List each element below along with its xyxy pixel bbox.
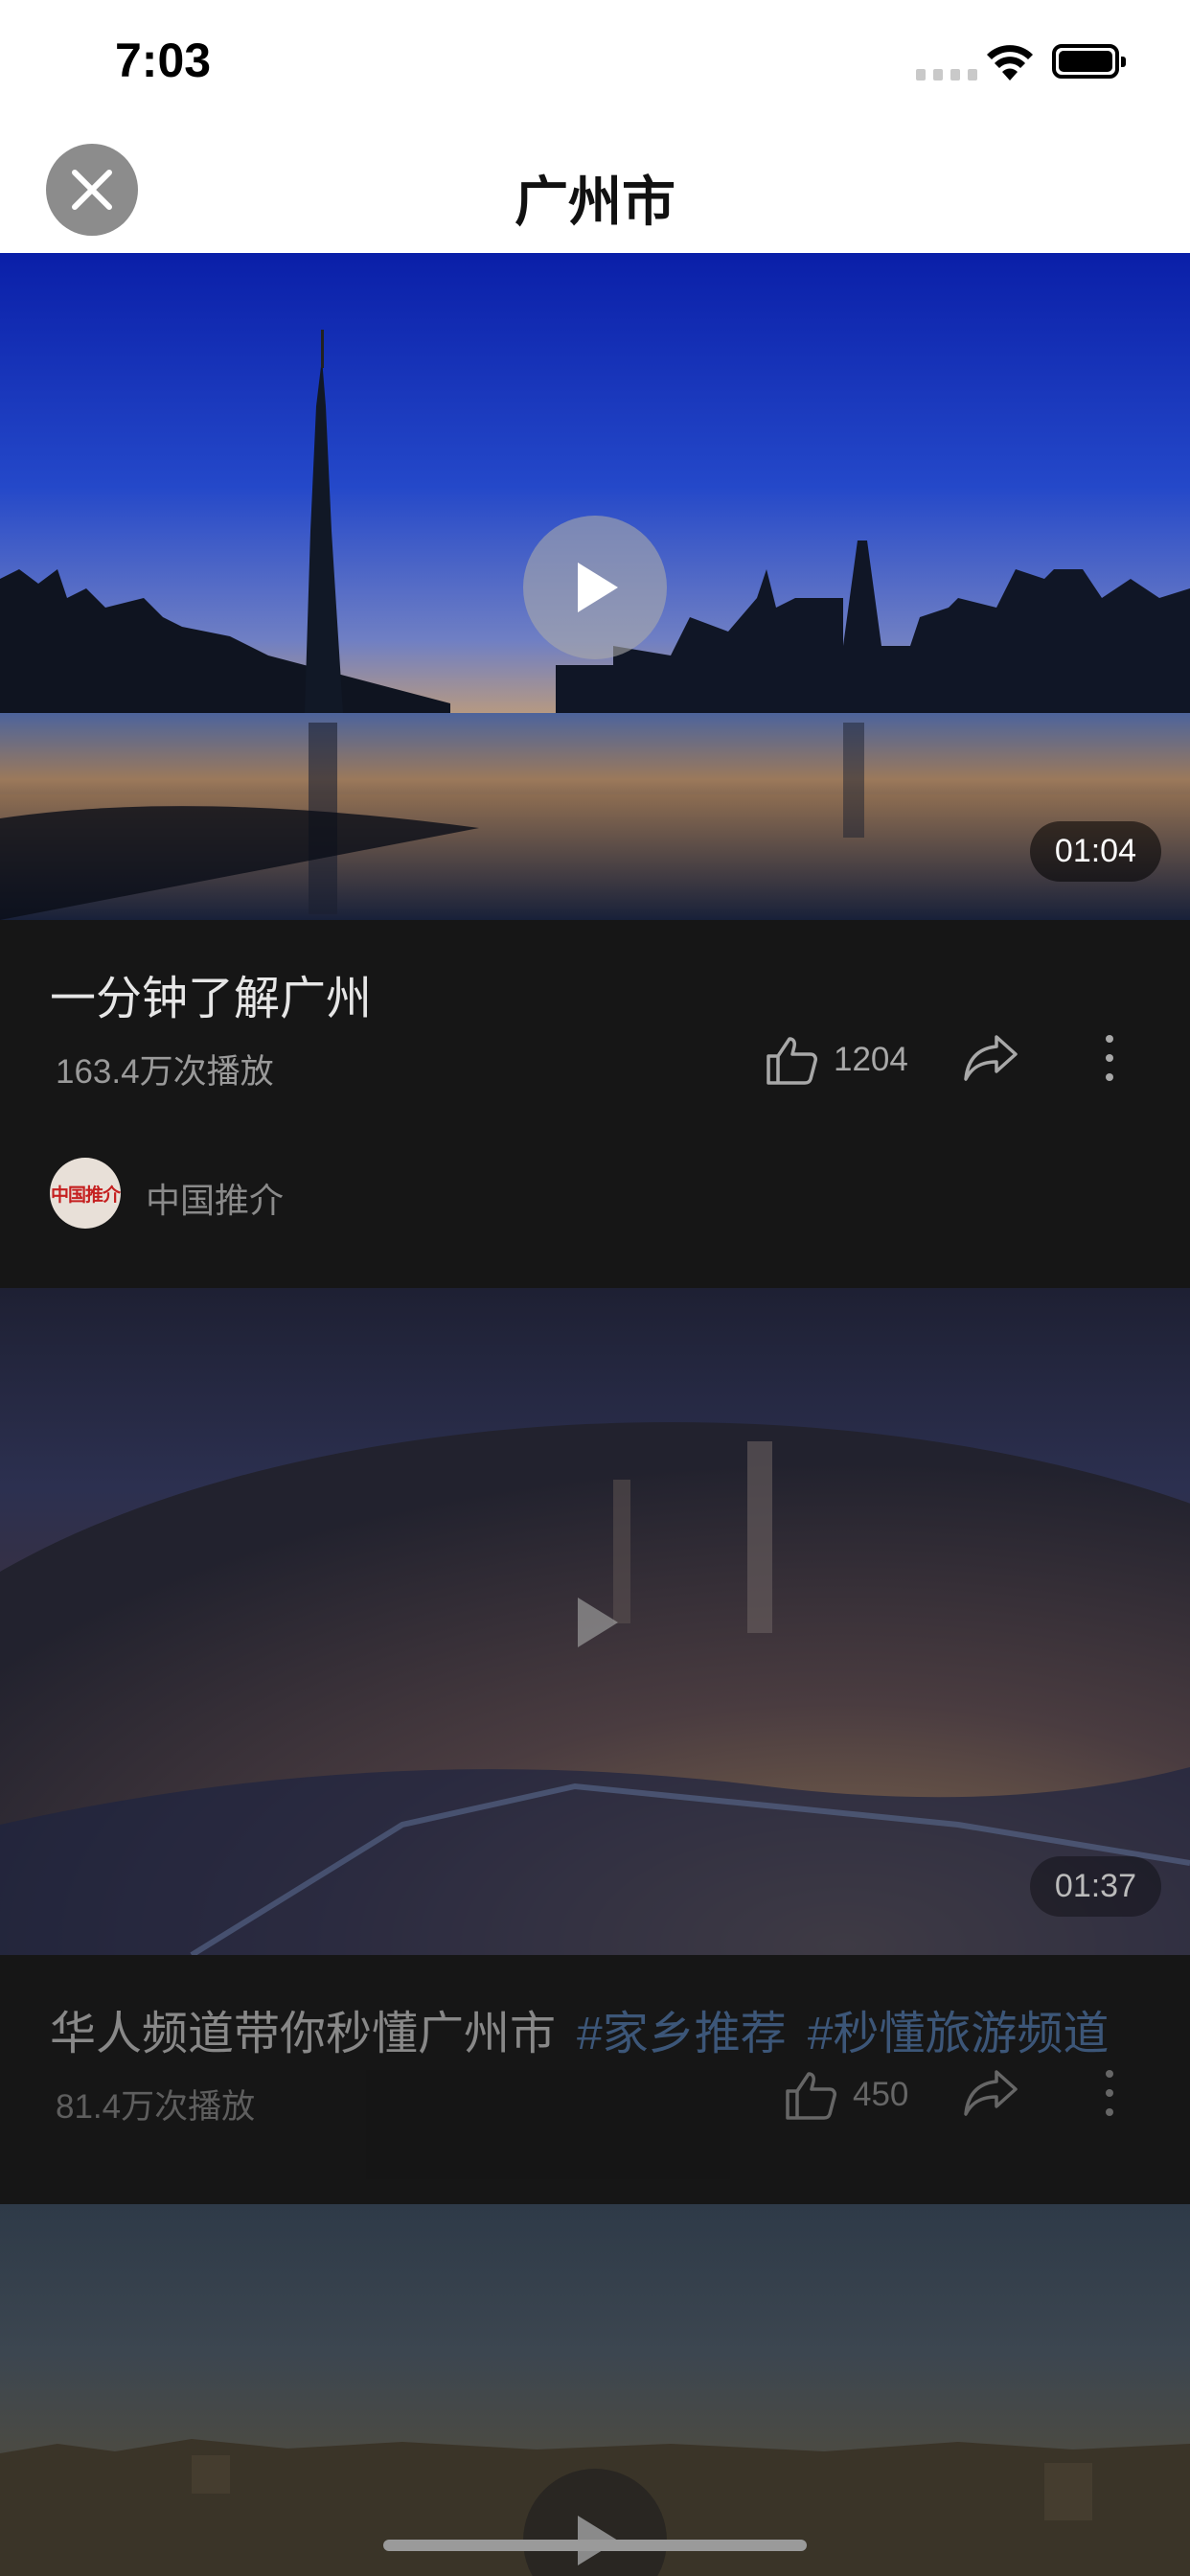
channel-avatar[interactable]: 中国推介 xyxy=(50,1158,121,1229)
video-thumbnail[interactable] xyxy=(0,2204,1190,2576)
video-duration: 01:37 xyxy=(1029,1856,1161,1917)
thumbs-up-icon xyxy=(767,1037,817,1085)
hashtag[interactable]: #家乡推荐 xyxy=(577,2009,787,2059)
play-icon xyxy=(578,563,618,612)
video-thumbnail[interactable]: 01:37 xyxy=(0,1288,1190,1955)
play-button[interactable] xyxy=(523,1551,667,1694)
share-icon[interactable] xyxy=(962,2066,1019,2120)
video-info: 一分钟了解广州 163.4万次播放 1204 xyxy=(0,920,1190,1144)
video-card: 01:04 一分钟了解广州 163.4万次播放 1204 中国推介 中国推介 xyxy=(0,253,1190,1267)
video-duration: 01:04 xyxy=(1029,821,1161,882)
more-options-icon[interactable] xyxy=(1102,1027,1117,1089)
channel-logo: 中国推介 xyxy=(50,1184,121,1206)
page: 7:03 广州市 01:04 一分钟了解广州 163.4万次播放 1204 中国… xyxy=(0,0,1190,2576)
wifi-icon xyxy=(987,45,1033,80)
nav-bar: 广州市 xyxy=(0,125,1190,253)
channel-row[interactable]: 中国推介 中国推介 xyxy=(0,1144,1190,1267)
like-button[interactable]: 450 xyxy=(784,2068,908,2122)
home-indicator[interactable] xyxy=(383,2540,807,2551)
play-icon xyxy=(578,1598,618,1647)
like-count: 450 xyxy=(853,2076,909,2113)
channel-name[interactable]: 中国推介 xyxy=(146,1173,284,1223)
status-time: 7:03 xyxy=(115,34,212,87)
play-button[interactable] xyxy=(523,516,667,659)
video-title-text: 一分钟了解广州 xyxy=(50,974,373,1024)
like-count: 1204 xyxy=(834,1041,908,1078)
more-options-icon[interactable] xyxy=(1102,2062,1117,2124)
view-count: 163.4万次播放 xyxy=(56,1053,274,1091)
cellular-signal-icon xyxy=(916,69,977,80)
video-title[interactable]: 华人频道带你秒懂广州市 #家乡推荐 #秒懂旅游频道 xyxy=(50,1995,1109,2062)
video-card: 01:37 华人频道带你秒懂广州市 #家乡推荐 #秒懂旅游频道 81.4万次播放 4… xyxy=(0,1288,1190,2179)
video-thumbnail[interactable]: 01:04 xyxy=(0,253,1190,920)
video-info: 华人频道带你秒懂广州市 #家乡推荐 #秒懂旅游频道 81.4万次播放 450 xyxy=(0,1955,1190,2179)
battery-icon xyxy=(1052,44,1126,79)
thumbs-up-icon xyxy=(786,2072,836,2120)
hashtag[interactable]: #秒懂旅游频道 xyxy=(808,2009,1110,2059)
video-card xyxy=(0,2204,1190,2576)
like-button[interactable]: 1204 xyxy=(765,1033,908,1087)
share-icon[interactable] xyxy=(962,1031,1019,1085)
page-title: 广州市 xyxy=(515,172,675,232)
video-title-text: 华人频道带你秒懂广州市 xyxy=(50,2009,557,2059)
status-bar: 7:03 xyxy=(0,0,1190,125)
video-title[interactable]: 一分钟了解广州 xyxy=(50,960,372,1027)
view-count: 81.4万次播放 xyxy=(56,2088,256,2126)
